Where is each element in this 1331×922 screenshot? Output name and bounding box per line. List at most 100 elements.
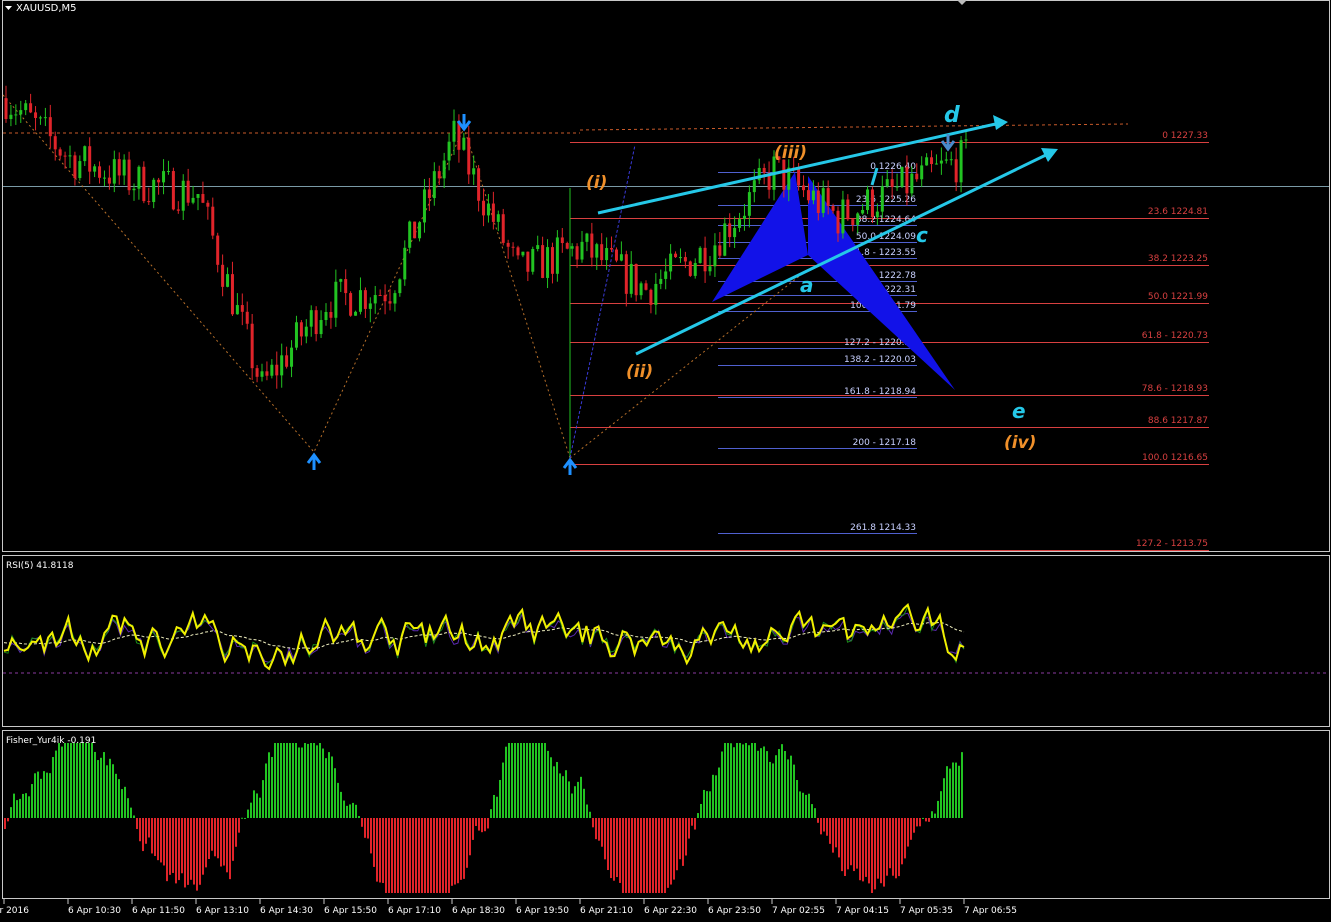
fisher-bar [709,791,711,818]
fisher-bar [670,818,672,885]
fisher-bar [424,818,426,893]
fisher-bar [835,818,837,848]
fisher-bar [364,818,366,838]
fisher-bar [955,762,957,818]
fisher-bar [10,807,12,818]
fisher-bar [751,743,753,818]
fisher-bar [226,818,228,873]
fisher-bar [868,818,870,884]
fisher-bar [451,818,453,886]
fisher-bar [46,772,48,818]
wave-label-i: (i) [586,173,607,193]
fisher-bar [490,809,492,818]
wave-label-iv: (iv) [1004,433,1036,453]
candle [614,247,618,263]
fisher-bar [265,763,267,818]
fisher-bar [292,743,294,818]
fisher-bar [688,818,690,839]
fisher-bar [595,818,597,840]
fisher-bar [550,757,552,818]
fisher-bar [412,818,414,893]
fib-blue-label: 200 - 1217.18 [853,438,917,448]
fisher-bar [163,818,165,866]
fisher-bar [940,791,942,818]
fisher-bar [895,818,897,879]
fisher-bar [628,818,630,893]
fisher-bar [232,818,234,861]
fisher-bar [433,818,435,893]
fisher-bar [898,818,900,877]
fisher-bar [94,751,96,818]
fisher-bar [499,779,501,818]
time-axis-label: 6 Apr 13:10 [196,906,249,916]
fisher-bar [25,793,27,818]
time-axis-label: 6 Apr 14:30 [260,906,313,916]
fisher-bar [493,794,495,818]
fisher-bar [544,743,546,818]
fisher-bar [826,818,828,836]
fisher-bar [439,818,441,893]
fisher-bar [742,744,744,818]
fisher-bar [787,759,789,818]
fisher-bar [199,818,201,885]
fisher-bar [961,752,963,818]
fisher-bar [55,750,57,818]
fib-red-label: 50.0 1221.99 [1148,292,1208,302]
time-axis-label: 6 Apr 18:30 [452,906,505,916]
fisher-bar [106,765,108,818]
fisher-bar [691,818,693,826]
fisher-bar [631,818,633,893]
fisher-bar [607,818,609,871]
fisher-bar [820,818,822,835]
time-axis-label: 7 Apr 06:55 [964,906,1017,916]
fisher-bar [682,818,684,866]
fib-blue-label: 138.2 - 1220.03 [844,355,916,365]
fisher-bar [103,752,105,818]
fisher-bar [799,791,801,818]
time-axis-label: 6 Apr 10:30 [68,906,121,916]
fisher-bar [223,818,225,866]
time-axis-label: 6 Apr 11:50 [132,906,185,916]
fisher-bar [466,818,468,868]
fisher-bar [280,743,282,818]
fisher-bar [667,818,669,888]
fisher-bar [808,793,810,818]
fisher-bar [391,818,393,893]
fisher-bar [739,743,741,818]
fisher-bar [127,798,129,818]
candle [413,221,417,239]
fisher-bar [508,743,510,818]
fib-red-label: 38.2 1223.25 [1148,254,1208,264]
rsi-title: RSI(5) 41.8118 [6,561,74,571]
fisher-bar [271,756,273,818]
fisher-bar [610,818,612,879]
fisher-bar [580,776,582,818]
wave-label-d: d [944,103,960,128]
fisher-bar [76,743,78,818]
fisher-bar [574,786,576,818]
fisher-bar [64,743,66,818]
trading-chart[interactable]: 0 1227.33 23.6 1224.81 38.2 1223.25 50.0 12… [0,0,1331,918]
wave-label-iii: (iii) [774,143,807,163]
fisher-bar [622,818,624,893]
fisher-bar [166,818,168,882]
fisher-bar [616,818,618,878]
time-axis-label: 6 Apr 15:50 [324,906,377,916]
fisher-bar [727,743,729,818]
fisher-bar [235,818,237,847]
fisher-bar [193,818,195,885]
fisher-bar [145,818,147,844]
fisher-bar [250,802,252,818]
fisher-bar [319,743,321,818]
fisher-bar [487,818,489,829]
fisher-bar [907,818,909,847]
fisher-bar [124,786,126,818]
fisher-bar [370,818,372,854]
fisher-bar [133,815,135,818]
wave-label-a: a [800,273,814,297]
fisher-bar [172,818,174,873]
fisher-bar [121,789,123,818]
fisher-bar [328,752,330,818]
fisher-bar [922,817,924,819]
time-axis-label: 6 Apr 21:10 [580,906,633,916]
